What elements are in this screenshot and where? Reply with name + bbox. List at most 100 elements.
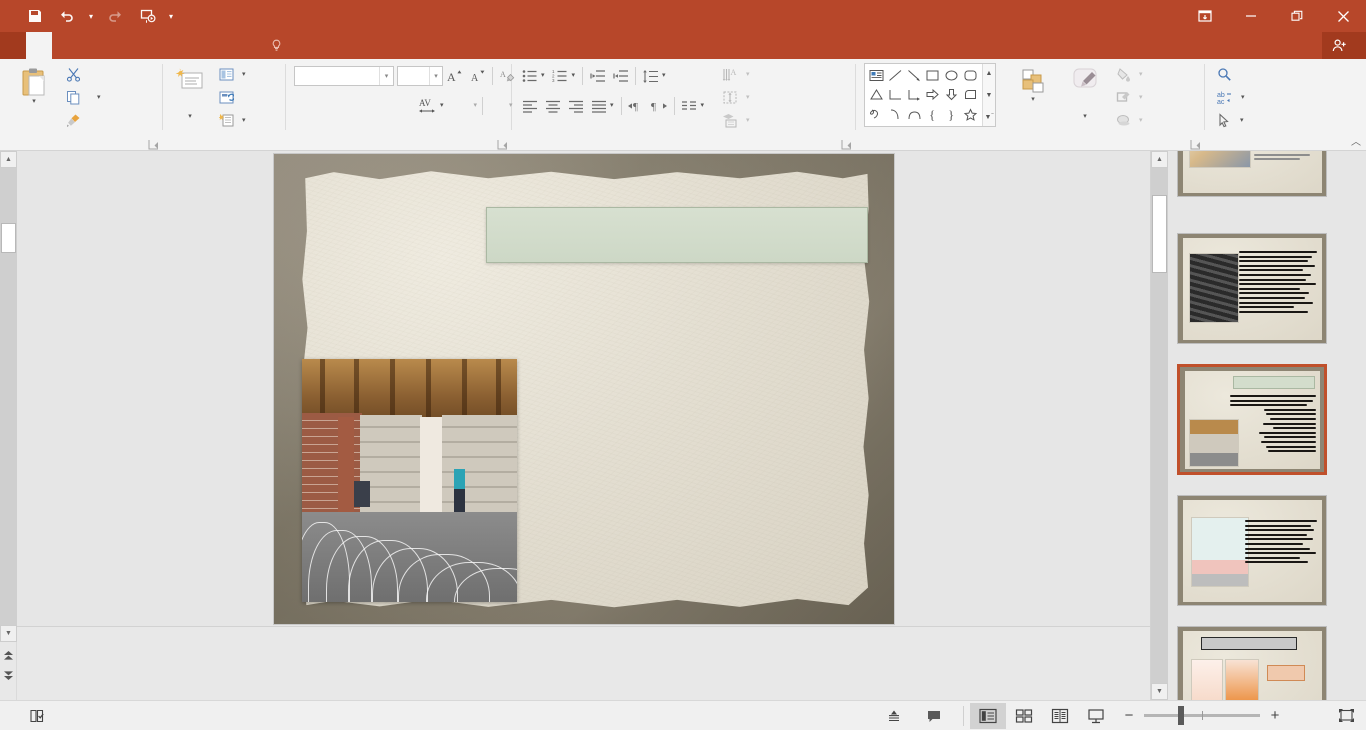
section-button[interactable]: ▾	[215, 109, 250, 132]
decrease-indent-button[interactable]	[586, 65, 609, 88]
select-button[interactable]: ▾	[1213, 109, 1249, 132]
replace-dropdown-icon[interactable]: ▾	[1241, 94, 1245, 101]
columns-button[interactable]	[678, 95, 701, 118]
slideshow-view-button[interactable]	[1078, 703, 1114, 729]
shape-curve-right[interactable]	[886, 105, 905, 124]
slide-photo[interactable]	[301, 358, 517, 602]
copy-button[interactable]: ▾	[62, 86, 105, 109]
select-dropdown-icon[interactable]: ▾	[1240, 117, 1244, 124]
paragraph-dialog-launcher-icon[interactable]	[841, 139, 852, 150]
thumbnail-slide-4[interactable]	[1177, 364, 1327, 475]
shape-fill-dropdown-icon[interactable]: ▾	[1139, 71, 1143, 78]
thumbnail-scrollbar[interactable]: ▲ ▼	[1151, 151, 1168, 700]
tell-me-search[interactable]	[260, 32, 298, 59]
undo-icon[interactable]	[52, 3, 82, 29]
thumbnail-slide-2[interactable]	[1177, 151, 1327, 197]
quick-styles-button[interactable]: ▾	[1062, 63, 1108, 121]
text-direction-button[interactable]: A ▾	[718, 63, 754, 86]
layout-dropdown-icon[interactable]: ▾	[242, 71, 246, 78]
ltr-text-direction-button[interactable]: ¶	[625, 95, 648, 118]
character-spacing-button[interactable]: AV	[414, 95, 440, 118]
increase-font-size-button[interactable]: A	[443, 65, 466, 88]
shape-fill-button[interactable]: ▾	[1112, 63, 1147, 86]
zoom-in-button[interactable]: +	[1268, 708, 1282, 723]
shapes-more-icon[interactable]: ▼ ‾	[983, 108, 995, 126]
shape-elbow-connector[interactable]	[886, 85, 905, 104]
arrange-button[interactable]: ▾	[1006, 63, 1060, 103]
font-dialog-launcher-icon[interactable]	[497, 139, 508, 150]
font-name-input[interactable]: ▾	[294, 66, 394, 86]
change-case-dropdown-icon[interactable]: ▾	[474, 102, 478, 109]
tab-add-ins[interactable]	[234, 32, 260, 59]
reading-view-button[interactable]	[1042, 703, 1078, 729]
shape-down-arrow[interactable]	[942, 85, 961, 104]
tab-design[interactable]	[78, 32, 104, 59]
slide-title-placeholder[interactable]	[485, 206, 868, 263]
italic-button[interactable]	[317, 95, 340, 118]
fit-slide-to-window-button[interactable]	[1332, 703, 1360, 729]
shape-triangle[interactable]	[867, 85, 886, 104]
shape-left-brace[interactable]: {	[924, 105, 943, 124]
shape-outline-button[interactable]: ▾	[1112, 86, 1147, 109]
shape-textbox[interactable]	[867, 66, 886, 85]
zoom-slider[interactable]: − +	[1114, 706, 1290, 725]
shape-scribble[interactable]	[867, 105, 886, 124]
new-slide-dropdown-icon[interactable]: ▾	[188, 113, 192, 120]
notes-toggle-button[interactable]	[877, 701, 917, 730]
previous-slide-button[interactable]	[0, 647, 17, 664]
bullets-dropdown-icon[interactable]: ▾	[541, 72, 545, 79]
shape-star[interactable]	[961, 105, 980, 124]
scroll-thumb[interactable]	[1, 223, 16, 253]
shape-line[interactable]	[886, 66, 905, 85]
collapse-ribbon-icon[interactable]: ︿	[1351, 133, 1361, 148]
quick-styles-dropdown-icon[interactable]: ▾	[1083, 113, 1087, 120]
strikethrough-button[interactable]	[386, 95, 414, 118]
reset-button[interactable]	[215, 86, 250, 109]
drawing-dialog-launcher-icon[interactable]	[1190, 139, 1201, 150]
notes-pane[interactable]	[17, 626, 1150, 700]
shape-right-brace[interactable]: }	[942, 105, 961, 124]
font-size-input[interactable]: ▾	[397, 66, 443, 86]
share-button[interactable]	[1322, 32, 1366, 59]
text-direction-dropdown-icon[interactable]: ▾	[746, 71, 750, 78]
thumbnail-slide-5[interactable]	[1177, 495, 1327, 606]
shape-rectangle[interactable]	[924, 66, 943, 85]
slide-pane-scrollbar[interactable]: ▲ ▼	[0, 151, 17, 700]
shapes-scroll-down-icon[interactable]: ▼	[983, 86, 995, 104]
section-dropdown-icon[interactable]: ▾	[242, 117, 246, 124]
thumbnail-scroll-up-icon[interactable]: ▲	[1151, 151, 1168, 168]
line-spacing-dropdown-icon[interactable]: ▾	[662, 72, 666, 79]
scroll-down-icon[interactable]: ▼	[0, 625, 17, 642]
chevron-down-icon[interactable]: ▾	[164, 3, 178, 29]
shape-arrow[interactable]	[905, 66, 924, 85]
thumbnail-scroll-track[interactable]	[1151, 168, 1168, 683]
normal-view-button[interactable]	[970, 702, 1006, 729]
change-case-button[interactable]	[448, 95, 474, 118]
arrange-dropdown-icon[interactable]: ▾	[1031, 96, 1035, 103]
shape-effects-button[interactable]: ▾	[1112, 109, 1147, 132]
comments-toggle-button[interactable]	[917, 701, 957, 730]
shape-effects-dropdown-icon[interactable]: ▾	[1139, 117, 1143, 124]
undo-dropdown-icon[interactable]: ▾	[84, 3, 98, 29]
tab-slide-show[interactable]	[156, 32, 182, 59]
tab-animations[interactable]	[130, 32, 156, 59]
redo-icon[interactable]	[100, 3, 130, 29]
tab-home[interactable]	[26, 32, 52, 59]
columns-dropdown-icon[interactable]: ▾	[701, 102, 705, 109]
copy-dropdown-icon[interactable]: ▾	[97, 94, 101, 101]
tab-transitions[interactable]	[104, 32, 130, 59]
zoom-out-button[interactable]: −	[1122, 708, 1136, 723]
align-left-button[interactable]	[518, 95, 541, 118]
shape-oval[interactable]	[942, 66, 961, 85]
shapes-gallery[interactable]: { } ▲ ▼ ▼ ‾	[864, 63, 996, 127]
slideshow-icon[interactable]	[132, 3, 162, 29]
spell-check-icon[interactable]	[20, 701, 56, 730]
cut-button[interactable]	[62, 63, 105, 86]
line-spacing-button[interactable]	[639, 65, 662, 88]
justify-dropdown-icon[interactable]: ▾	[610, 102, 614, 109]
replace-button[interactable]: ab ac ▾	[1213, 86, 1249, 109]
scroll-track[interactable]	[0, 168, 17, 625]
shape-rounded-rectangle[interactable]	[961, 66, 980, 85]
numbering-button[interactable]: 123	[549, 65, 572, 88]
tab-insert[interactable]	[52, 32, 78, 59]
